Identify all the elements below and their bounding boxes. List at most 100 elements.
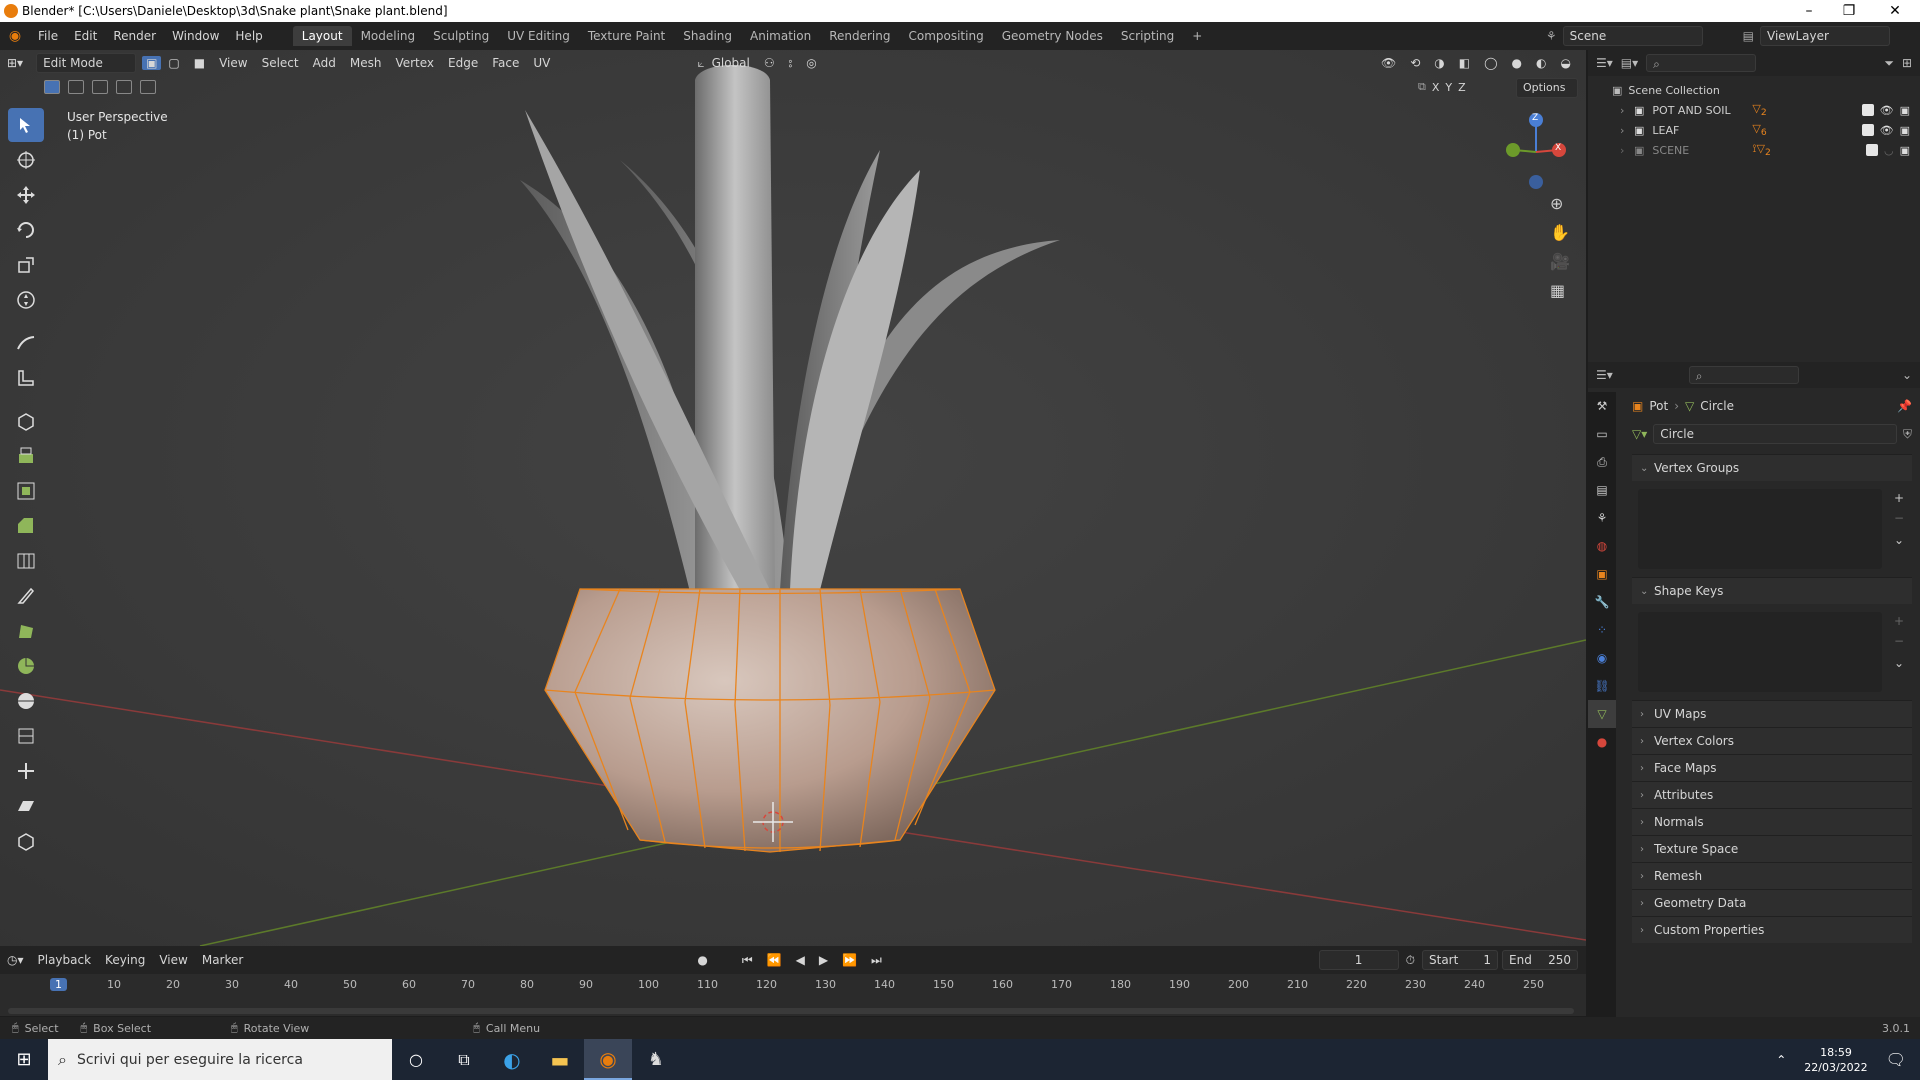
menu-help[interactable]: Help	[227, 29, 270, 43]
exclude-checkbox[interactable]	[1861, 124, 1874, 136]
camera-icon[interactable]: ▣	[1900, 104, 1910, 117]
pin-icon[interactable]: 📌	[1897, 399, 1912, 413]
menu-window[interactable]: Window	[164, 29, 227, 43]
gizmo-toggle-icon[interactable]: ⟲	[1403, 56, 1427, 70]
jump-start-icon[interactable]: ⏮	[735, 953, 760, 968]
jump-end-icon[interactable]: ⏭	[864, 953, 889, 968]
spin-icon[interactable]	[8, 649, 44, 683]
cursor-icon[interactable]	[8, 143, 44, 177]
fake-user-shield-icon[interactable]: ⛨	[1903, 427, 1912, 442]
tray-chevron-up-icon[interactable]: ⌃	[1776, 1053, 1786, 1067]
scene-collection-row[interactable]: ▣ Scene Collection	[1612, 80, 1920, 100]
panel-geometry-data[interactable]: › Geometry Data	[1632, 889, 1912, 916]
expand-arrow-icon[interactable]: ›	[1620, 124, 1634, 137]
outliner-item-scene[interactable]: › ▣ SCENE ⟟▽2 ◡ ▣	[1612, 140, 1920, 160]
edge-slide-icon[interactable]	[8, 719, 44, 753]
timeline-scrollbar[interactable]	[8, 1008, 1574, 1014]
select-mode-vertex-icon[interactable]: ▣	[142, 56, 162, 70]
eye-hidden-icon[interactable]: ◡	[1884, 144, 1894, 157]
menu-edit[interactable]: Edit	[66, 29, 105, 43]
properties-options-icon[interactable]: ⌄	[1902, 368, 1912, 382]
notifications-icon[interactable]: 🗨	[1886, 1050, 1906, 1069]
overlay-toggle-icon[interactable]: ◑	[1427, 56, 1451, 70]
play-icon[interactable]: ▶	[812, 953, 835, 967]
breadcrumb-object[interactable]: Pot	[1649, 399, 1668, 413]
panel-face-maps[interactable]: › Face Maps	[1632, 754, 1912, 781]
mesh-data-tab-icon[interactable]: ▽	[1588, 700, 1616, 728]
menu-vertex[interactable]: Vertex	[388, 56, 441, 70]
scene-tab-icon[interactable]: ⚘	[1588, 504, 1616, 532]
menu-playback[interactable]: Playback	[31, 953, 99, 967]
edge-browser-icon[interactable]: ◐	[488, 1048, 536, 1072]
3d-viewport[interactable]	[0, 50, 1586, 946]
panel-uv-maps[interactable]: › UV Maps	[1632, 700, 1912, 727]
expand-arrow-icon[interactable]: ›	[1620, 104, 1634, 117]
measure-icon[interactable]	[8, 361, 44, 395]
close-button[interactable]: ✕	[1872, 0, 1918, 22]
menu-render[interactable]: Render	[105, 29, 164, 43]
view-layer-tab-icon[interactable]: ▤	[1588, 476, 1616, 504]
axis-y-toggle[interactable]: Y	[1445, 81, 1452, 94]
auto-keying-icon[interactable]: ●	[690, 953, 714, 967]
tab-texture-paint[interactable]: Texture Paint	[579, 26, 674, 46]
exclude-checkbox[interactable]	[1861, 104, 1874, 116]
shrink-fatten-icon[interactable]	[8, 754, 44, 788]
shading-material-icon[interactable]: ◐	[1529, 56, 1553, 70]
tab-scripting[interactable]: Scripting	[1112, 26, 1183, 46]
orientation-selector[interactable]: Global	[705, 56, 757, 70]
tab-compositing[interactable]: Compositing	[899, 26, 992, 46]
annotate-icon[interactable]	[8, 326, 44, 360]
select-box-icon[interactable]	[8, 108, 44, 142]
smooth-icon[interactable]	[8, 684, 44, 718]
gimp-icon[interactable]: ♞	[632, 1049, 680, 1070]
blender-menu-icon[interactable]: ◉	[0, 28, 30, 44]
stopwatch-icon[interactable]: ⏱	[1399, 953, 1422, 968]
camera-icon[interactable]: ▣	[1900, 144, 1910, 157]
menu-add[interactable]: Add	[306, 56, 343, 70]
panel-remesh[interactable]: › Remesh	[1632, 862, 1912, 889]
mesh-data-icon[interactable]: ▽▾	[1632, 427, 1647, 441]
properties-search-input[interactable]: ⌕	[1688, 366, 1799, 384]
add-cube-icon[interactable]	[8, 404, 44, 438]
cortana-icon[interactable]: ○	[392, 1050, 440, 1069]
panel-shape-keys[interactable]: ⌄ Shape Keys	[1632, 577, 1912, 604]
panel-attributes[interactable]: › Attributes	[1632, 781, 1912, 808]
world-tab-icon[interactable]: ◍	[1588, 532, 1616, 560]
menu-file[interactable]: File	[30, 29, 66, 43]
filter-icon[interactable]: ⏷	[1884, 56, 1894, 71]
menu-edge[interactable]: Edge	[441, 56, 485, 70]
select-invert-icon[interactable]	[116, 80, 132, 94]
menu-select[interactable]: Select	[255, 56, 306, 70]
blender-taskbar-icon[interactable]: ◉	[584, 1039, 632, 1080]
rip-icon[interactable]	[8, 824, 44, 858]
file-explorer-icon[interactable]: ▬	[536, 1048, 584, 1072]
menu-mesh[interactable]: Mesh	[343, 56, 389, 70]
particles-tab-icon[interactable]: ⁘	[1588, 616, 1616, 644]
zoom-icon[interactable]: ⊕	[1550, 194, 1570, 213]
mode-selector[interactable]: Edit Mode	[36, 53, 137, 73]
panel-normals[interactable]: › Normals	[1632, 808, 1912, 835]
select-mode-edge-icon[interactable]: ▢	[161, 56, 186, 70]
add-workspace-button[interactable]: +	[1183, 26, 1211, 46]
tool-settings-tab-icon[interactable]: ⚒	[1588, 392, 1616, 420]
rotate-icon[interactable]	[8, 213, 44, 247]
shape-keys-listbox[interactable]	[1638, 612, 1882, 692]
transform-icon[interactable]	[8, 283, 44, 317]
remove-vertex-group-button[interactable]: −	[1894, 511, 1904, 525]
tab-shading[interactable]: Shading	[674, 26, 741, 46]
inset-icon[interactable]	[8, 474, 44, 508]
maximize-button[interactable]: ❐	[1826, 0, 1872, 22]
properties-editor-icon[interactable]: ☰▾	[1596, 368, 1613, 382]
panel-vertex-groups[interactable]: ⌄ Vertex Groups	[1632, 454, 1912, 481]
tab-sculpting[interactable]: Sculpting	[424, 26, 498, 46]
tab-layout[interactable]: Layout	[292, 26, 352, 46]
select-extend-icon[interactable]	[68, 80, 84, 94]
end-frame-field[interactable]: End 250	[1502, 950, 1578, 970]
panel-texture-space[interactable]: › Texture Space	[1632, 835, 1912, 862]
timeline-editor-icon[interactable]: ◷▾	[0, 953, 31, 967]
jump-keyframe-forward-icon[interactable]: ⏩	[835, 953, 864, 967]
current-frame-field[interactable]: 1	[1318, 950, 1399, 970]
exclude-checkbox[interactable]	[1865, 144, 1878, 156]
remove-shape-key-button[interactable]: −	[1894, 634, 1904, 648]
shape-key-menu-icon[interactable]: ⌄	[1894, 656, 1904, 670]
